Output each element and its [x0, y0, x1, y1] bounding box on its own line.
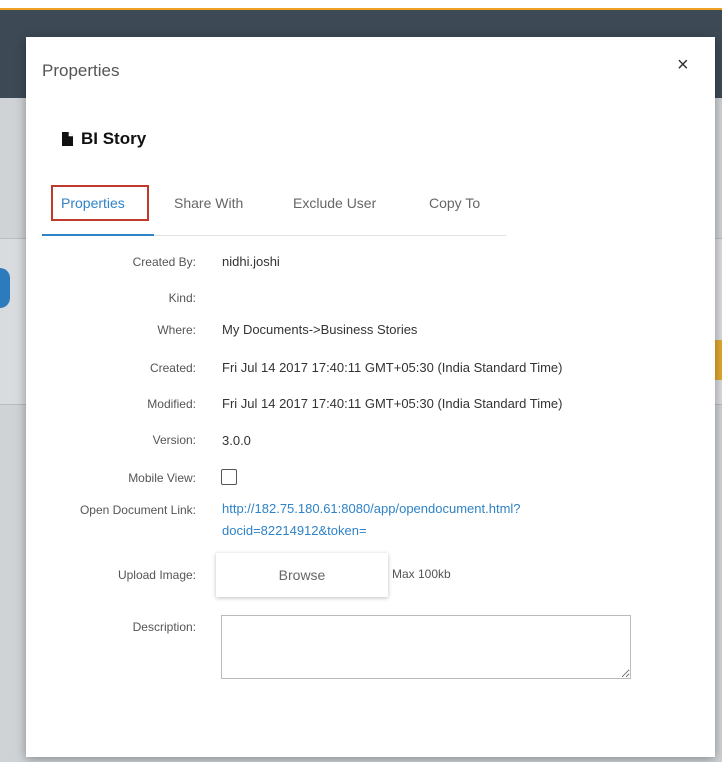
tab-copy-to[interactable]: Copy To — [429, 195, 480, 211]
tab-active-underline — [42, 234, 154, 236]
dialog-title: Properties — [42, 61, 120, 80]
browse-button[interactable]: Browse — [216, 553, 388, 597]
tab-bar: Properties Share With Exclude User Copy … — [42, 183, 506, 236]
open-document-link-line1[interactable]: http://182.75.180.61:8080/app/opendocume… — [222, 498, 612, 520]
properties-dialog: Properties × BI Story Properties Share W… — [26, 37, 715, 757]
created-value: Fri Jul 14 2017 17:40:11 GMT+05:30 (Indi… — [222, 360, 563, 375]
document-name: BI Story — [81, 129, 147, 148]
upload-image-label: Upload Image: — [117, 568, 196, 582]
close-button[interactable]: × — [677, 55, 689, 75]
app-topbar — [0, 0, 722, 8]
created-by-label: Created By: — [132, 255, 196, 269]
description-label: Description: — [132, 620, 196, 634]
max-size-note: Max 100kb — [392, 567, 451, 581]
version-value: 3.0.0 — [222, 433, 251, 448]
document-header: BI Story — [62, 129, 146, 149]
document-icon — [62, 132, 73, 146]
tab-properties[interactable]: Properties — [61, 195, 125, 211]
modified-value: Fri Jul 14 2017 17:40:11 GMT+05:30 (Indi… — [222, 396, 563, 411]
where-label: Where: — [157, 323, 196, 337]
mobile-view-label: Mobile View: — [128, 471, 196, 485]
mobile-view-checkbox[interactable] — [221, 469, 237, 485]
modified-label: Modified: — [147, 397, 196, 411]
created-label: Created: — [149, 361, 196, 375]
where-value: My Documents->Business Stories — [222, 322, 418, 337]
tab-exclude-user[interactable]: Exclude User — [293, 195, 376, 211]
created-by-value: nidhi.joshi — [222, 254, 280, 269]
tab-share-with[interactable]: Share With — [174, 195, 243, 211]
version-label: Version: — [152, 433, 196, 447]
open-document-link[interactable]: http://182.75.180.61:8080/app/opendocume… — [222, 498, 612, 542]
description-input[interactable] — [221, 615, 631, 679]
kind-label: Kind: — [168, 291, 196, 305]
open-document-link-line2[interactable]: docid=82214912&token= — [222, 520, 612, 542]
app-left-accent — [0, 268, 10, 308]
open-document-link-label: Open Document Link: — [79, 503, 196, 517]
